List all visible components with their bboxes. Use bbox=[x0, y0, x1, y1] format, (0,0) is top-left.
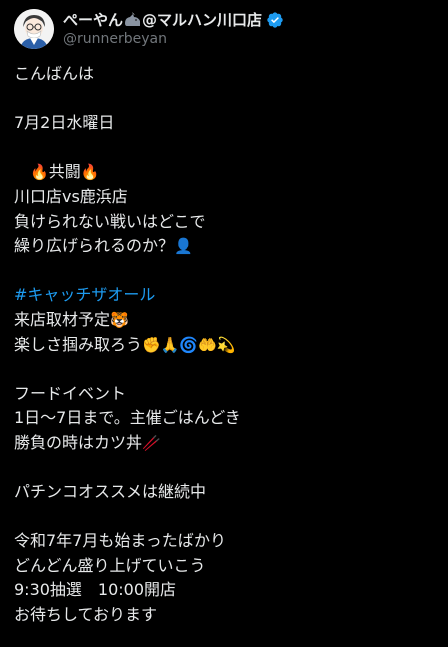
post-header: ぺーやん @マルハン川口店 @runnerbeyan bbox=[14, 8, 284, 50]
silhouette-icon: 👤 bbox=[174, 237, 193, 256]
post-line-blank bbox=[14, 505, 434, 530]
avatar[interactable] bbox=[14, 9, 54, 49]
post-line-blank bbox=[14, 136, 434, 161]
post-line-blank bbox=[14, 259, 434, 284]
coverage-text: 来店取材予定 bbox=[14, 309, 111, 329]
post-line: こんばんは bbox=[14, 64, 95, 83]
post-line: 川口店vs鹿浜店 bbox=[14, 186, 128, 206]
fun-text: 楽しさ掴み取ろう bbox=[14, 334, 143, 354]
display-name-row[interactable]: ぺーやん @マルハン川口店 bbox=[63, 9, 284, 30]
kyoto-text: 共闘 bbox=[48, 162, 81, 182]
post-line-question: 繰り広げられるのか？👤 bbox=[14, 234, 434, 259]
post-line: 負けられない戦いはどこで bbox=[14, 211, 206, 231]
tiger-icon: 🐯 bbox=[110, 310, 129, 329]
post-line-fun: 楽しさ掴み取ろう✊🙏🌀🤲💫 bbox=[14, 333, 434, 358]
post-line-blank bbox=[14, 456, 434, 481]
post-line: 9:30抽選 10:00開店 bbox=[14, 580, 177, 600]
post-container: ぺーやん @マルハン川口店 @runnerbeyan こんばんは 7月2日水曜日… bbox=[0, 0, 448, 647]
dizzy-icon: 💫 bbox=[216, 335, 236, 354]
post-line-blank bbox=[14, 87, 434, 112]
post-line: お待ちしております bbox=[14, 605, 158, 625]
post-line-blank bbox=[14, 357, 434, 382]
post-text: こんばんは 7月2日水曜日 🔥共闘🔥 川口店vs鹿浜店 負けられない戦いはどこで… bbox=[14, 62, 434, 628]
open-hands-icon: 🤲 bbox=[198, 335, 217, 354]
post-line: 1日〜7日まで。主催ごはんどき bbox=[14, 408, 241, 428]
post-line-hashtag: #キャッチザオール bbox=[14, 283, 434, 308]
post-line-katsudon: 勝負の時はカツ丼🥢 bbox=[14, 431, 434, 456]
question-text: 繰り広げられるのか？ bbox=[14, 236, 175, 256]
hashtag-link[interactable]: #キャッチザオール bbox=[14, 285, 155, 304]
rhino-icon bbox=[124, 11, 141, 28]
post-line: 7月2日水曜日 bbox=[14, 113, 115, 133]
avatar-illustration-icon bbox=[14, 9, 54, 49]
fire-icon: 🔥 bbox=[30, 163, 49, 182]
post-line: フードイベント bbox=[14, 383, 127, 403]
post-line-kyoto: 🔥共闘🔥 bbox=[14, 160, 434, 185]
user-names: ぺーやん @マルハン川口店 @runnerbeyan bbox=[63, 9, 284, 49]
post-line-coverage: 来店取材予定🐯 bbox=[14, 308, 434, 333]
display-name-part2[interactable]: @マルハン川口店 bbox=[142, 9, 262, 30]
display-name-part1[interactable]: ぺーやん bbox=[63, 9, 123, 30]
post-line: どんどん盛り上げていこう bbox=[14, 555, 206, 575]
katsudon-text: 勝負の時はカツ丼 bbox=[14, 432, 143, 452]
fist-icon: ✊ bbox=[142, 335, 161, 354]
verified-badge-icon bbox=[266, 11, 284, 29]
chopsticks-icon: 🥢 bbox=[142, 433, 161, 452]
fire-icon: 🔥 bbox=[80, 163, 100, 182]
cyclone-icon: 🌀 bbox=[179, 335, 199, 354]
post-line: パチンコオススメは継続中 bbox=[14, 482, 207, 502]
post-line: 令和7年7月も始まったばかり bbox=[14, 531, 227, 551]
user-handle[interactable]: @runnerbeyan bbox=[63, 30, 284, 49]
pray-icon: 🙏 bbox=[160, 335, 180, 354]
